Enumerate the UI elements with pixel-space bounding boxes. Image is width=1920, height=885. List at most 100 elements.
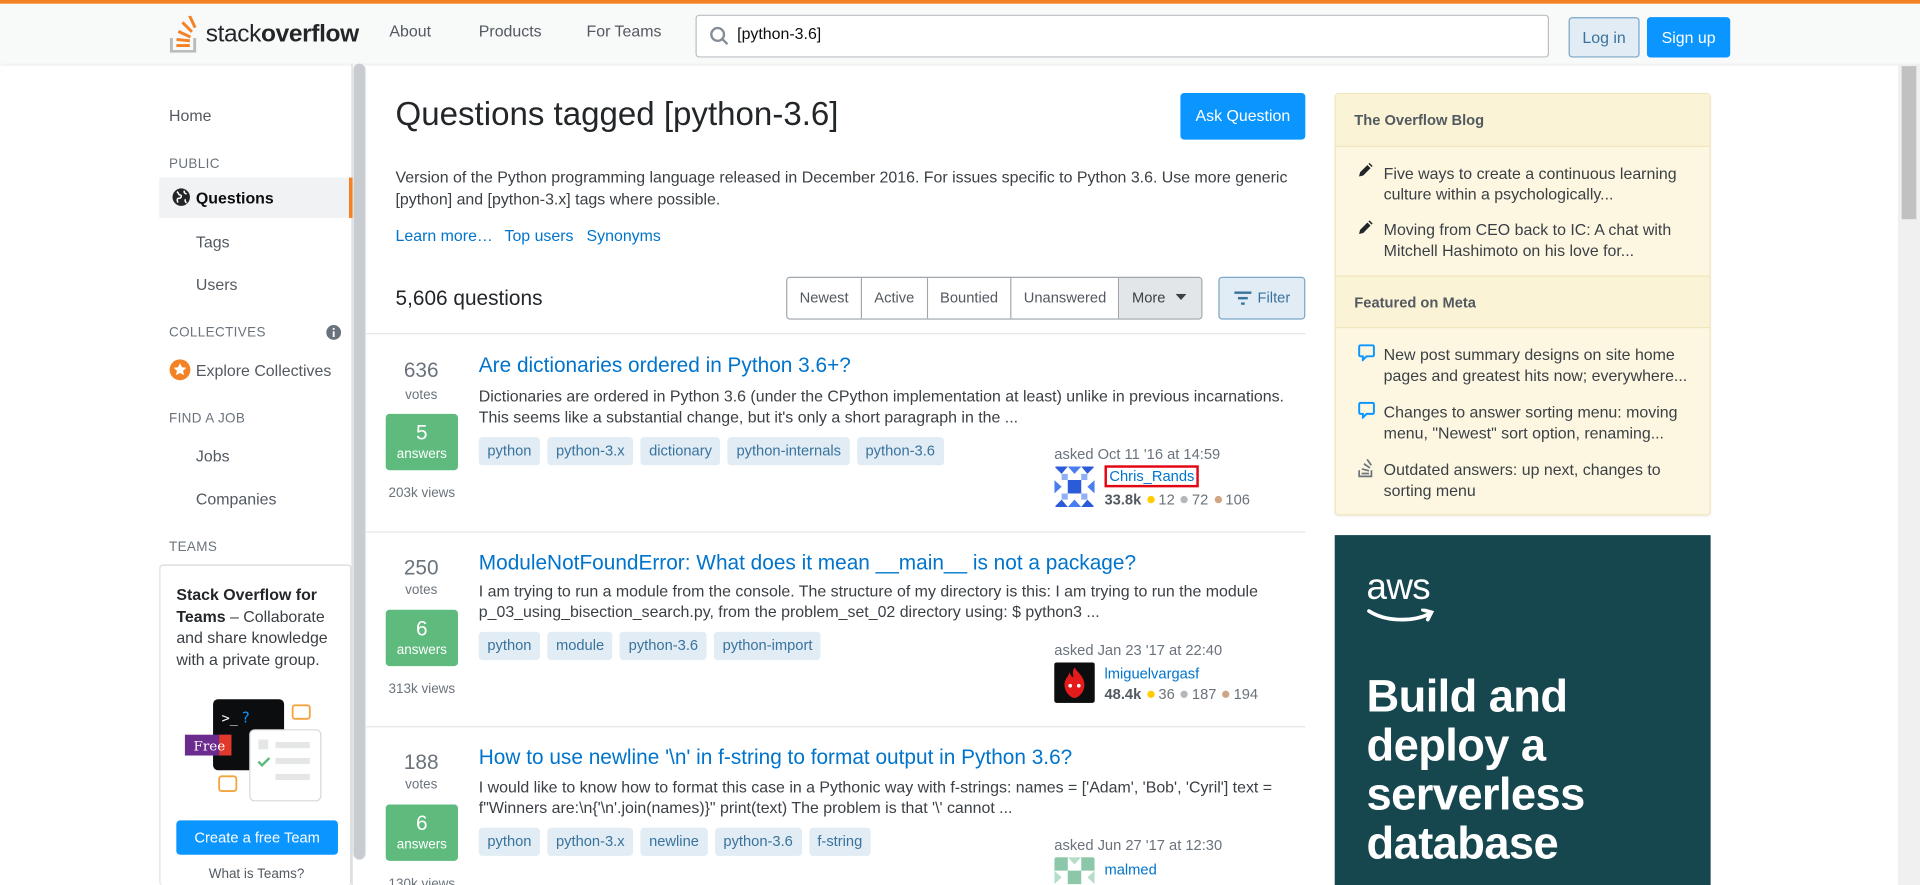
bronze-count: 106 xyxy=(1225,491,1250,509)
blog-item[interactable]: Moving from CEO back to IC: A chat with … xyxy=(1384,219,1696,261)
info-icon[interactable] xyxy=(326,324,342,340)
blog-item[interactable]: Five ways to create a continuous learnin… xyxy=(1384,163,1696,205)
gold-count: 36 xyxy=(1158,685,1175,703)
question-excerpt: I am trying to run a module from the con… xyxy=(478,581,1258,621)
avatar[interactable] xyxy=(1054,466,1095,507)
question-excerpt: Dictionaries are ordered in Python 3.6 (… xyxy=(478,386,1285,427)
answer-count: 6 xyxy=(416,811,428,836)
nav-about[interactable]: About xyxy=(389,22,431,40)
search-box[interactable] xyxy=(695,14,1549,58)
sidebar-item-home[interactable]: Home xyxy=(169,107,211,125)
tag-python-36[interactable]: python-3.6 xyxy=(620,631,707,661)
tag-python-3x[interactable]: python-3.x xyxy=(547,827,634,856)
page-title: Questions tagged [python-3.6] xyxy=(395,95,839,133)
nav-for-teams[interactable]: For Teams xyxy=(587,22,662,40)
tag-python-3x[interactable]: python-3.x xyxy=(547,437,634,466)
question-title-link[interactable]: Are dictionaries ordered in Python 3.6+? xyxy=(479,354,851,378)
user-name-link[interactable]: malmed xyxy=(1104,861,1156,878)
sort-more-label: More xyxy=(1131,288,1166,307)
top-users-link[interactable]: Top users xyxy=(504,227,573,245)
user-name-link[interactable]: Chris_Rands xyxy=(1104,465,1200,488)
view-count: 130k views xyxy=(388,876,456,885)
login-button[interactable]: Log in xyxy=(1568,17,1640,58)
reputation-score: 48.4k xyxy=(1104,685,1142,703)
sidebar-heading-collectives: COLLECTIVES xyxy=(168,325,266,341)
sidebar-item-jobs[interactable]: Jobs xyxy=(196,447,230,465)
question-excerpt: I would like to know how to format this … xyxy=(478,777,1273,817)
vote-label: votes xyxy=(405,582,438,598)
question-title-link[interactable]: How to use newline '\n' in f-string to f… xyxy=(479,746,1072,770)
site-logo[interactable]: stackoverflow xyxy=(169,13,359,55)
reputation-score: 33.8k xyxy=(1104,491,1142,509)
bronze-badge-icon xyxy=(1222,690,1230,698)
user-reputation: 33.8k 12 72 106 xyxy=(1104,491,1249,508)
globe-icon xyxy=(172,188,190,206)
filter-label: Filter xyxy=(1257,288,1291,307)
tag-python-36[interactable]: python-3.6 xyxy=(856,437,944,466)
gold-badge-icon xyxy=(1147,690,1155,698)
question-count: 5,606 questions xyxy=(395,286,543,310)
meta-item[interactable]: Changes to answer sorting menu: moving m… xyxy=(1384,402,1696,444)
aws-advertisement[interactable]: aws Build and deploy a serverless databa… xyxy=(1334,535,1711,885)
learn-more-link[interactable]: Learn more… xyxy=(396,227,493,245)
answer-count-badge: 5 answers xyxy=(385,413,458,471)
user-name-link[interactable]: lmiguelvargasf xyxy=(1104,665,1199,682)
sidebar-scrollbar[interactable] xyxy=(352,63,367,860)
silver-count: 187 xyxy=(1191,685,1217,703)
gold-badge-icon xyxy=(1147,495,1155,504)
stackoverflow-logo-icon xyxy=(169,15,197,53)
answer-count-badge: 6 answers xyxy=(385,609,458,667)
overflow-blog-widget: The Overflow Blog Five ways to create a … xyxy=(1334,93,1711,516)
tag-python[interactable]: python xyxy=(478,631,541,661)
answer-label: answers xyxy=(396,446,447,462)
tag-python[interactable]: python xyxy=(478,437,541,466)
sidebar-item-companies[interactable]: Companies xyxy=(196,490,277,508)
sort-unanswered[interactable]: Unanswered xyxy=(1011,277,1120,319)
aws-smile-icon xyxy=(1367,608,1435,622)
ask-question-button[interactable]: Ask Question xyxy=(1180,93,1306,140)
tag-f-string[interactable]: f-string xyxy=(808,827,871,856)
tag-python-import[interactable]: python-import xyxy=(714,631,822,661)
sort-active[interactable]: Active xyxy=(862,277,928,319)
filter-button[interactable]: Filter xyxy=(1218,276,1306,320)
tag-dictionary[interactable]: dictionary xyxy=(640,437,721,466)
blog-heading: The Overflow Blog xyxy=(1335,94,1710,147)
sort-bountied[interactable]: Bountied xyxy=(927,277,1012,319)
user-reputation: 48.4k 36 187 194 xyxy=(1104,686,1258,703)
vote-count: 250 xyxy=(403,555,439,580)
what-is-teams-link[interactable]: What is Teams? xyxy=(160,867,352,882)
ad-headline: Build and deploy a serverless database xyxy=(1366,671,1586,869)
answer-count-badge: 6 answers xyxy=(385,804,458,861)
synonyms-link[interactable]: Synonyms xyxy=(587,227,661,245)
tag-module[interactable]: module xyxy=(547,631,613,661)
signup-button[interactable]: Sign up xyxy=(1646,17,1731,58)
meta-item[interactable]: Outdated answers: up next, changes to so… xyxy=(1384,459,1696,501)
tag-list: python module python-3.6 python-import xyxy=(478,631,822,661)
nav-products[interactable]: Products xyxy=(479,22,542,40)
sidebar-item-explore-collectives[interactable]: Explore Collectives xyxy=(196,361,331,379)
create-team-button[interactable]: Create a free Team xyxy=(176,820,338,855)
search-input[interactable] xyxy=(737,24,1521,43)
answer-label: answers xyxy=(396,837,447,853)
asked-date: asked Jan 23 '17 at 22:40 xyxy=(1054,641,1223,659)
question-title-link[interactable]: ModuleNotFoundError: What does it mean _… xyxy=(479,551,1136,575)
tag-newline[interactable]: newline xyxy=(640,827,708,856)
speech-bubble-icon xyxy=(1358,344,1375,362)
avatar[interactable] xyxy=(1054,662,1095,703)
tag-python-internals[interactable]: python-internals xyxy=(727,437,850,466)
sidebar-item-tags[interactable]: Tags xyxy=(196,233,230,251)
page-scrollbar[interactable] xyxy=(1897,63,1920,885)
avatar[interactable] xyxy=(1054,857,1095,885)
gold-count: 12 xyxy=(1158,491,1175,509)
sidebar-item-questions[interactable]: Questions xyxy=(159,177,353,218)
vote-count: 636 xyxy=(403,358,439,383)
tag-python[interactable]: python xyxy=(478,827,541,856)
search-icon xyxy=(710,26,729,46)
sort-tabs: Newest Active Bountied Unanswered More xyxy=(786,276,1203,320)
sort-newest[interactable]: Newest xyxy=(787,277,863,319)
tag-python-36[interactable]: python-3.6 xyxy=(714,827,802,856)
divider xyxy=(366,726,1306,728)
meta-item[interactable]: New post summary designs on site home pa… xyxy=(1384,344,1696,386)
sidebar-item-users[interactable]: Users xyxy=(196,276,238,294)
sort-more[interactable]: More xyxy=(1119,277,1202,319)
